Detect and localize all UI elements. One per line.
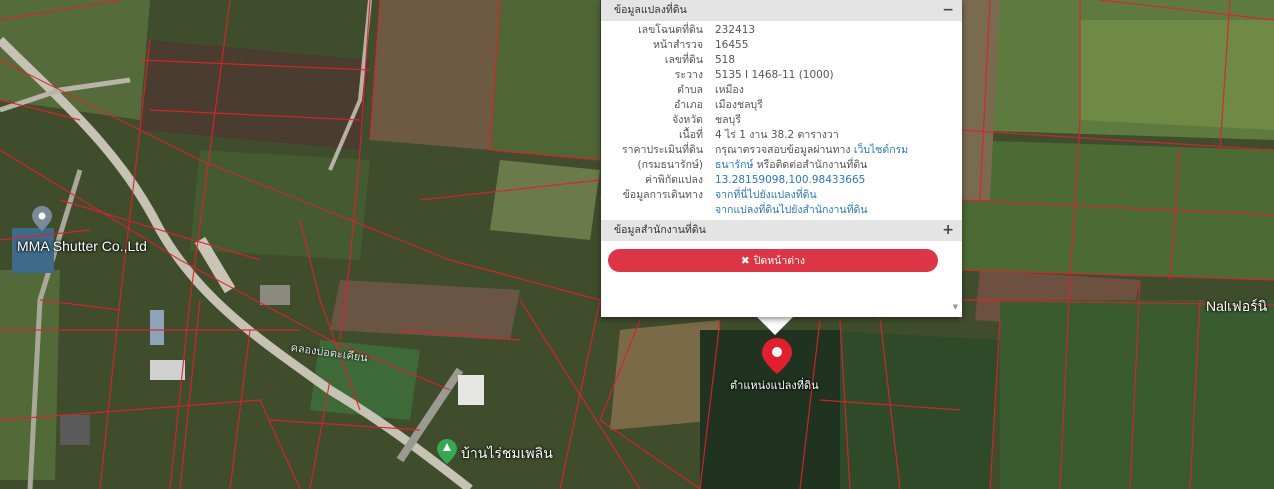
treasury-website-link[interactable]: ธนารักษ์	[715, 159, 753, 171]
info-row: เนื้อที่ 4 ไร่ 1 งาน 38.2 ตารางวา	[601, 128, 962, 143]
info-row: ตำบล เหมือง	[601, 83, 962, 98]
row-label: เนื้อที่	[679, 129, 703, 141]
row-label: หน้าสำรวจ	[653, 39, 703, 51]
row-label: ตำบล	[677, 84, 703, 96]
row-label: ราคาประเมินที่ดิน	[621, 144, 703, 156]
parcel-details: เลขโฉนดที่ดิน 232413 หน้าสำรวจ 16455 เลขที…	[601, 21, 962, 218]
price-text: หรือติดต่อสำนักงานที่ดิน	[756, 159, 868, 171]
poi-label-right-edge[interactable]: Nalเฟอร์นิ	[1206, 296, 1267, 318]
section-title-parcel: ข้อมูลแปลงที่ดิน	[614, 4, 687, 16]
row-label: เลขโฉนดที่ดิน	[638, 24, 703, 36]
info-row-coord: ค่าพิกัดแปลง 13.28159098,100.98433665	[601, 173, 962, 188]
info-row-price-2: (กรมธนารักษ์) ธนารักษ์ หรือติดต่อสำนักงา…	[601, 158, 962, 173]
row-value: 518	[715, 54, 736, 66]
scroll-down-icon[interactable]: ▼	[953, 303, 958, 311]
info-row: เลขที่ดิน 518	[601, 53, 962, 68]
info-row: หน้าสำรวจ 16455	[601, 38, 962, 53]
close-button-label: ปิดหน้าต่าง	[753, 255, 806, 267]
row-value: เมืองชลบุรี	[715, 99, 763, 111]
poi-label-mma[interactable]: MMA Shutter Co.,Ltd	[17, 238, 147, 254]
directions-to-office-link[interactable]: จากแปลงที่ดินไปยังสำนักงานที่ดิน	[715, 203, 945, 218]
row-label: จังหวัด	[672, 114, 703, 126]
info-row: ระวาง 5135 I 1468-11 (1000)	[601, 68, 962, 83]
row-value: กรุณาตรวจสอบข้อมูลผ่านทาง เว็บไซต์กรม	[715, 143, 945, 158]
parcel-info-popup: ข้อมูลแปลงที่ดิน − เลขโฉนดที่ดิน 232413 ห…	[601, 0, 962, 317]
row-label: ระวาง	[674, 69, 703, 81]
row-label: ค่าพิกัดแปลง	[644, 174, 703, 186]
row-label: เลขที่ดิน	[664, 54, 703, 66]
row-label: อำเภอ	[673, 99, 703, 111]
row-label-empty	[601, 203, 715, 218]
info-row: จังหวัด ชลบุรี	[601, 113, 962, 128]
close-window-button[interactable]: ✖ ปิดหน้าต่าง	[608, 249, 938, 272]
section-title-office: ข้อมูลสำนักงานที่ดิน	[614, 224, 706, 236]
info-row-travel: ข้อมูลการเดินทาง จากที่นี่ไปยังแปลงที่ดิ…	[601, 188, 962, 203]
row-value: 232413	[715, 24, 756, 36]
info-row: อำเภอ เมืองชลบุรี	[601, 98, 962, 113]
poi-label-village[interactable]: บ้านไร่ชมเพลิน	[461, 443, 553, 465]
row-label: ข้อมูลการเดินทาง	[622, 189, 703, 201]
collapse-icon[interactable]: −	[942, 0, 954, 21]
row-value: 16455	[715, 39, 749, 51]
price-text: กรุณาตรวจสอบข้อมูลผ่านทาง	[715, 144, 851, 156]
info-row: เลขโฉนดที่ดิน 232413	[601, 23, 962, 38]
info-row-travel-2: จากแปลงที่ดินไปยังสำนักงานที่ดิน	[601, 203, 962, 218]
row-label: (กรมธนารักษ์)	[637, 159, 703, 171]
info-row-price: ราคาประเมินที่ดิน กรุณาตรวจสอบข้อมูลผ่าน…	[601, 143, 962, 158]
section-header-parcel[interactable]: ข้อมูลแปลงที่ดิน −	[601, 0, 962, 21]
treasury-website-link[interactable]: เว็บไซต์กรม	[854, 144, 908, 156]
marker-label: ตำแหน่งแปลงที่ดิน	[730, 380, 819, 392]
row-value: ชลบุรี	[715, 114, 741, 126]
directions-to-parcel-link[interactable]: จากที่นี่ไปยังแปลงที่ดิน	[715, 188, 945, 203]
section-header-office[interactable]: ข้อมูลสำนักงานที่ดิน +	[601, 220, 962, 241]
row-value: ธนารักษ์ หรือติดต่อสำนักงานที่ดิน	[715, 158, 945, 173]
expand-icon[interactable]: +	[942, 220, 954, 241]
coordinate-link[interactable]: 13.28159098,100.98433665	[715, 173, 945, 188]
row-value: 5135 I 1468-11 (1000)	[715, 69, 834, 81]
x-icon: ✖	[740, 254, 750, 267]
row-value: เหมือง	[715, 84, 744, 96]
row-value: 4 ไร่ 1 งาน 38.2 ตารางวา	[715, 129, 839, 141]
